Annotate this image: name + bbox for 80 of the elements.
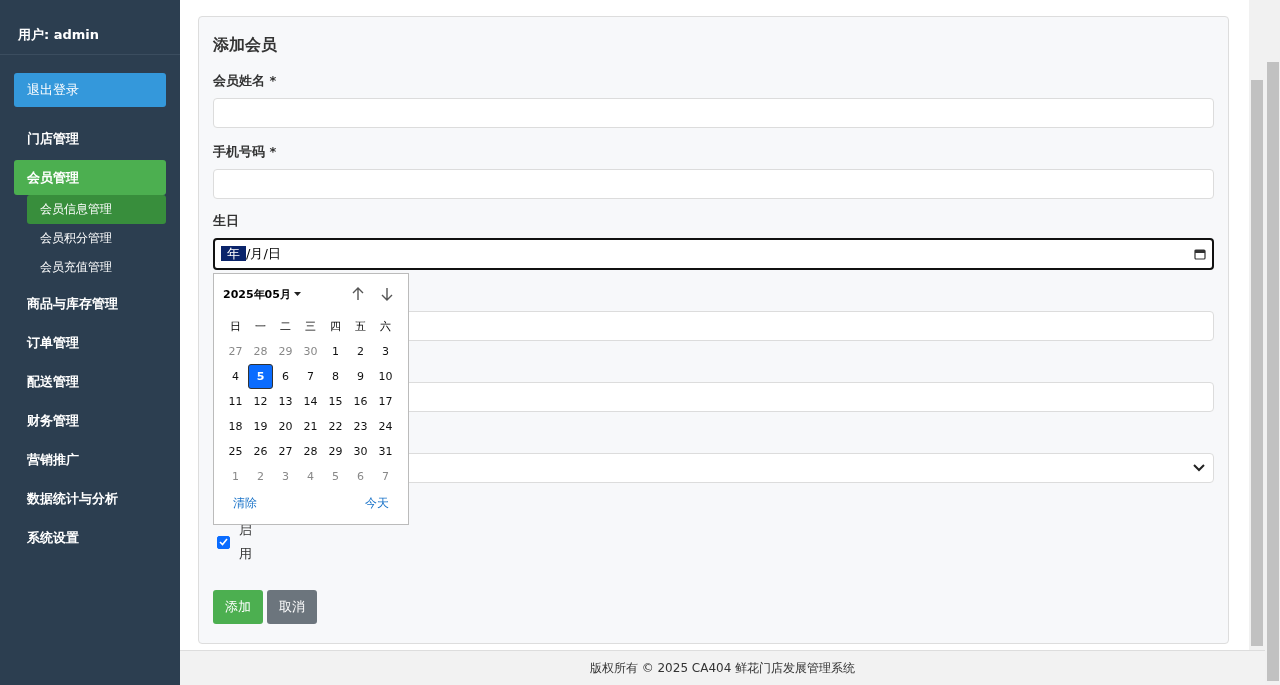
weekday-label: 一	[254, 319, 267, 335]
calendar-day[interactable]: 3	[273, 464, 298, 489]
date-field[interactable]: 年 /月/日	[213, 238, 1214, 270]
sidebar-item[interactable]: 门店管理	[14, 121, 166, 156]
calendar-day[interactable]: 9	[348, 364, 373, 389]
calendar-day[interactable]: 18	[223, 414, 248, 439]
calendar-day[interactable]: 4	[298, 464, 323, 489]
weekday-label: 四	[329, 319, 342, 335]
footer-text: 版权所有 © 2025 CA404 鲜花门店发展管理系统	[589, 659, 856, 677]
calendar-day[interactable]: 30	[348, 439, 373, 464]
calendar-day[interactable]: 2	[248, 464, 273, 489]
calendar-day[interactable]: 25	[223, 439, 248, 464]
calendar-day[interactable]: 22	[323, 414, 348, 439]
sidebar-subitem[interactable]: 会员信息管理	[27, 195, 166, 224]
calendar-day[interactable]: 27	[273, 439, 298, 464]
calendar-day[interactable]: 19	[248, 414, 273, 439]
sidebar-item[interactable]: 配送管理	[14, 364, 166, 399]
clear-link[interactable]: 清除	[233, 495, 257, 512]
sidebar-item[interactable]: 订单管理	[14, 325, 166, 360]
checkbox[interactable]	[217, 535, 230, 549]
cancel-button[interactable]: 取消	[267, 590, 317, 624]
month-selector[interactable]: 2025年05月	[223, 286, 301, 302]
calendar-day[interactable]: 21	[298, 414, 323, 439]
calendar-day[interactable]: 6	[273, 364, 298, 389]
weekday-label: 日	[229, 319, 242, 335]
calendar-icon[interactable]	[1194, 248, 1206, 260]
calendar-day[interactable]: 14	[298, 389, 323, 414]
arrow-down-icon[interactable]	[379, 286, 395, 302]
weekday-label: 六	[379, 319, 392, 335]
calendar-day[interactable]: 28	[298, 439, 323, 464]
field-label: 手机号码 *	[213, 143, 278, 161]
caret-icon	[293, 292, 301, 296]
sidebar-item[interactable]: 财务管理	[14, 403, 166, 438]
input-field[interactable]	[213, 169, 1214, 199]
calendar-day[interactable]: 15	[323, 389, 348, 414]
calendar-day[interactable]: 4	[223, 364, 248, 389]
form-title: 添加会员	[213, 35, 278, 56]
sidebar-item[interactable]: 数据统计与分析	[14, 481, 166, 516]
calendar-day[interactable]: 17	[373, 389, 398, 414]
sidebar-item[interactable]: 营销推广	[14, 442, 166, 477]
calendar-day[interactable]: 1	[323, 339, 348, 364]
calendar-day[interactable]: 5	[248, 364, 273, 389]
calendar-day[interactable]: 10	[373, 364, 398, 389]
calendar-day[interactable]: 3	[373, 339, 398, 364]
scrollbar[interactable]	[1249, 0, 1265, 650]
field-label: 生日	[213, 212, 240, 230]
weekday-label: 五	[354, 319, 367, 335]
calendar-day[interactable]: 26	[248, 439, 273, 464]
sidebar-item[interactable]: 商品与库存管理	[14, 286, 166, 321]
sidebar-item[interactable]: 系统设置	[14, 520, 166, 555]
calendar-day[interactable]: 5	[323, 464, 348, 489]
calendar-day[interactable]: 29	[273, 339, 298, 364]
weekday-label: 三	[304, 319, 317, 335]
calendar-day[interactable]: 29	[323, 439, 348, 464]
calendar-day[interactable]: 27	[223, 339, 248, 364]
field-label: 会员姓名 *	[213, 72, 278, 90]
calendar-day[interactable]: 2	[348, 339, 373, 364]
sidebar-subitem[interactable]: 会员充值管理	[27, 253, 166, 282]
input-field[interactable]	[213, 98, 1214, 128]
weekday-label: 二	[279, 319, 292, 335]
calendar-day[interactable]: 6	[348, 464, 373, 489]
chevron-down-icon	[1193, 464, 1205, 472]
calendar-day[interactable]: 12	[248, 389, 273, 414]
calendar-day[interactable]: 20	[273, 414, 298, 439]
arrow-up-icon[interactable]	[350, 286, 366, 302]
calendar-day[interactable]: 1	[223, 464, 248, 489]
calendar-day[interactable]: 7	[373, 464, 398, 489]
calendar-day[interactable]: 23	[348, 414, 373, 439]
calendar-day[interactable]: 24	[373, 414, 398, 439]
calendar-day[interactable]: 13	[273, 389, 298, 414]
today-link[interactable]: 今天	[365, 495, 389, 512]
sidebar-subitem[interactable]: 会员积分管理	[27, 224, 166, 253]
calendar-day[interactable]: 11	[223, 389, 248, 414]
calendar-day[interactable]: 8	[323, 364, 348, 389]
calendar-day[interactable]: 28	[248, 339, 273, 364]
calendar-day[interactable]: 30	[298, 339, 323, 364]
calendar-day[interactable]: 16	[348, 389, 373, 414]
scrollbar[interactable]	[1265, 0, 1280, 685]
calendar-day[interactable]: 31	[373, 439, 398, 464]
calendar-day[interactable]: 7	[298, 364, 323, 389]
